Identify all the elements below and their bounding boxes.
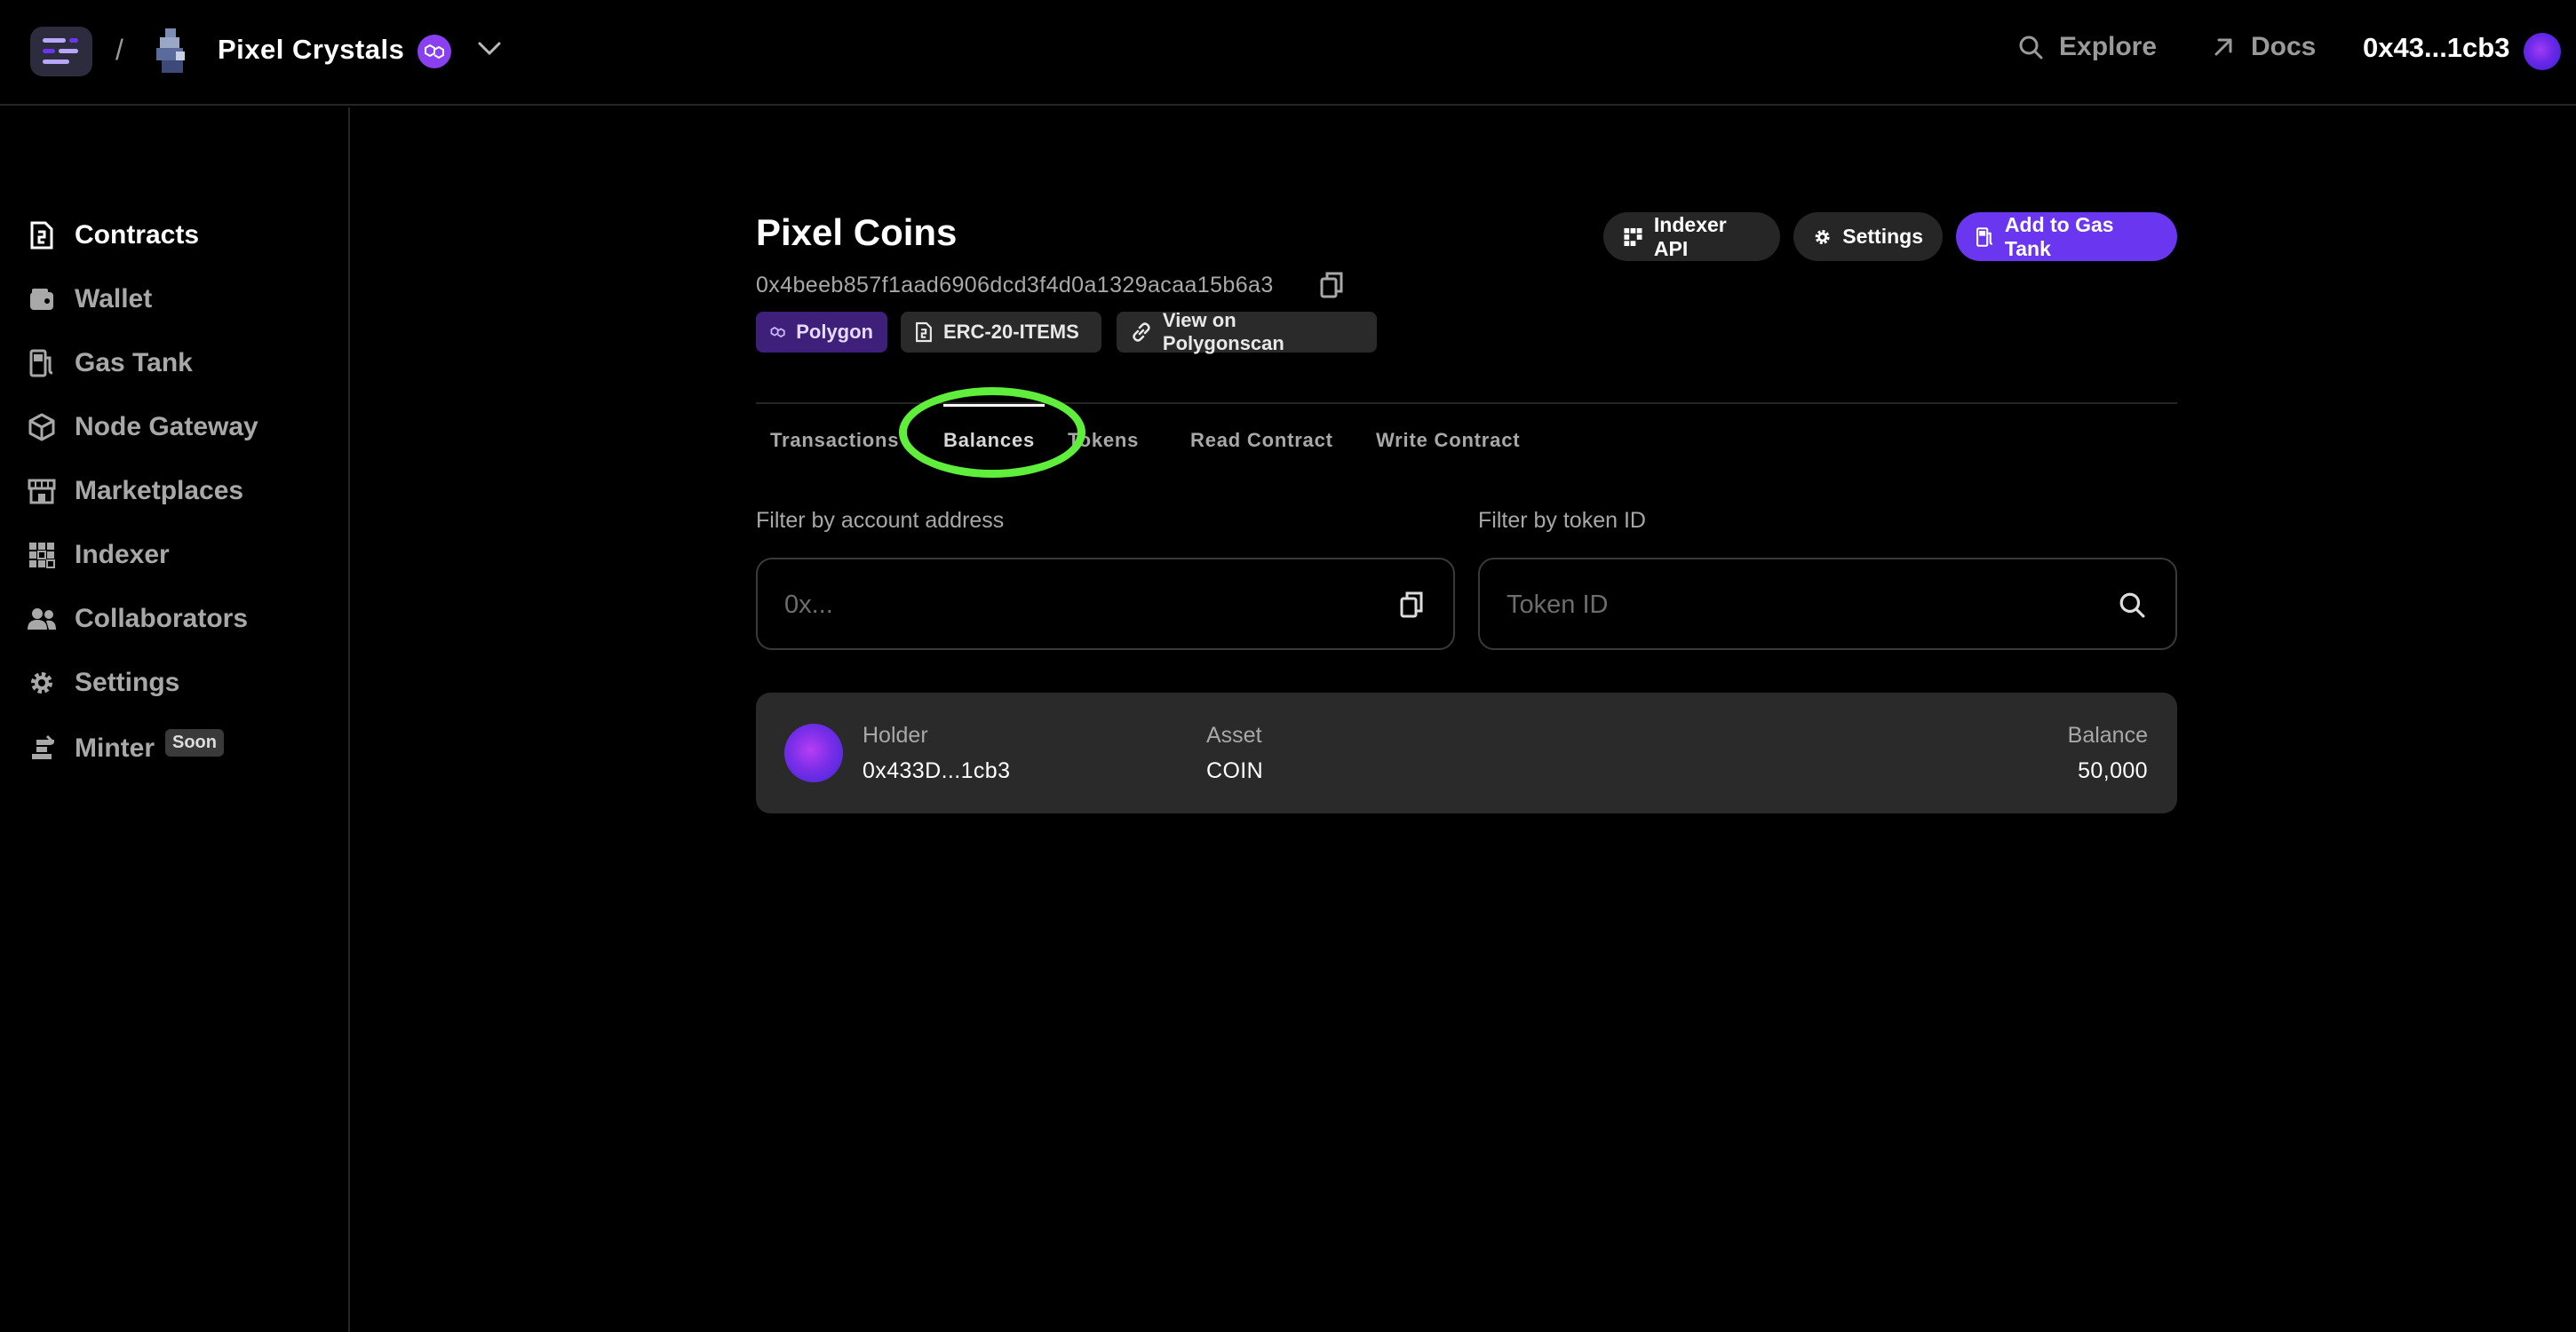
polygon-icon	[425, 44, 444, 59]
storefront-icon	[27, 476, 57, 506]
sidebar-item-label: Settings	[75, 668, 180, 697]
contract-address: 0x4beeb857f1aad6906dcd3f4d0a1329acaa15b6…	[756, 273, 1274, 297]
sidebar-item-settings[interactable]: Settings	[27, 662, 179, 704]
sidebar-item-label: Contracts	[75, 220, 200, 250]
users-icon	[27, 604, 57, 634]
holder-address: 0x433D...1cb3	[863, 758, 1011, 783]
indexer-api-button[interactable]: Indexer API	[1603, 212, 1780, 261]
sidebar-item-label: Collaborators	[75, 604, 249, 633]
add-to-gas-tank-button[interactable]: Add to Gas Tank	[1956, 212, 2177, 261]
settings-button[interactable]: Settings	[1793, 212, 1943, 261]
link-icon	[1133, 322, 1150, 342]
polygon-network-badge	[417, 35, 451, 68]
view-on-polygonscan-link[interactable]: View on Polygonscan	[1117, 309, 1377, 354]
balance-row[interactable]: Holder 0x433D...1cb3 Asset COIN Balance …	[756, 693, 2177, 813]
token-filter-field	[1478, 558, 2177, 650]
sidebar-item-marketplaces[interactable]: Marketplaces	[27, 470, 243, 512]
grid-icon	[27, 540, 57, 570]
token-id-input[interactable]	[1507, 583, 2075, 627]
account-address-input[interactable]	[784, 583, 1353, 627]
wallet-address[interactable]: 0x43...1cb3	[2363, 32, 2509, 64]
chevron-down-icon[interactable]	[477, 41, 502, 57]
account-filter-label: Filter by account address	[756, 508, 1005, 533]
asset-header: Asset	[1206, 723, 1262, 748]
tab-transactions[interactable]: Transactions	[770, 429, 899, 452]
soon-badge: Soon	[165, 728, 224, 757]
explore-link[interactable]: Explore	[2018, 32, 2157, 62]
tab-balances[interactable]: Balances	[943, 429, 1035, 452]
network-chip-label: Polygon	[796, 321, 873, 343]
search-icon	[2019, 36, 2043, 59]
top-bar: / Pixel Crystals Explore Docs 0x43...1cb…	[0, 0, 2576, 106]
docs-label: Docs	[2251, 32, 2317, 61]
gas-tank-icon	[1976, 226, 1992, 247]
project-avatar[interactable]	[153, 28, 190, 75]
sidebar-item-label: Indexer	[75, 540, 170, 569]
wallet-icon	[27, 284, 57, 314]
network-chip: Polygon	[756, 312, 887, 353]
contract-icon	[916, 321, 932, 343]
sidebar: Contracts Wallet Gas Tank Node Gateway M…	[0, 107, 350, 1332]
search-icon[interactable]	[2119, 591, 2145, 618]
explore-label: Explore	[2059, 32, 2158, 61]
sidebar-item-gas-tank[interactable]: Gas Tank	[27, 342, 193, 385]
external-arrow-icon	[2214, 38, 2232, 56]
sidebar-item-label: Minter	[75, 733, 155, 763]
breadcrumb-separator: /	[115, 34, 123, 66]
token-filter-label: Filter by token ID	[1478, 508, 1646, 533]
tab-tokens[interactable]: Tokens	[1068, 429, 1139, 452]
grid-icon	[1624, 227, 1642, 246]
balance-header: Balance	[2067, 723, 2148, 748]
docs-link[interactable]: Docs	[2212, 32, 2316, 62]
gear-icon	[27, 668, 57, 698]
sidebar-item-label: Wallet	[75, 284, 153, 313]
copy-icon[interactable]	[1320, 272, 1343, 298]
sidebar-item-minter[interactable]: Minter Soon	[27, 727, 224, 770]
gear-icon	[1815, 229, 1830, 244]
contract-type-label: ERC-20-ITEMS	[943, 321, 1079, 343]
sidebar-item-node-gateway[interactable]: Node Gateway	[27, 406, 258, 448]
menu-icon	[43, 38, 78, 64]
balance-value: 50,000	[2078, 758, 2148, 783]
sidebar-item-collaborators[interactable]: Collaborators	[27, 598, 248, 640]
sidebar-item-indexer[interactable]: Indexer	[27, 534, 170, 576]
anvil-icon	[27, 733, 57, 764]
active-tab-indicator	[943, 404, 1045, 407]
sidebar-item-contracts[interactable]: Contracts	[27, 214, 199, 257]
account-filter-field	[756, 558, 1455, 650]
app-logo-menu-button[interactable]	[30, 27, 92, 76]
contract-type-chip: ERC-20-ITEMS	[901, 312, 1101, 353]
contract-icon	[27, 220, 57, 250]
cube-icon	[27, 412, 57, 442]
polygonscan-label: View on Polygonscan	[1162, 309, 1284, 354]
gas-tank-icon	[27, 348, 57, 378]
tab-read-contract[interactable]: Read Contract	[1190, 429, 1333, 452]
settings-label: Settings	[1842, 225, 1923, 248]
asset-value: COIN	[1206, 758, 1264, 783]
sidebar-item-label: Marketplaces	[75, 476, 244, 505]
indexer-api-label: Indexer API	[1653, 212, 1727, 260]
tab-write-contract[interactable]: Write Contract	[1376, 429, 1520, 452]
sidebar-item-label: Node Gateway	[75, 412, 258, 441]
wallet-avatar[interactable]	[2524, 33, 2561, 70]
project-name[interactable]: Pixel Crystals	[218, 34, 404, 66]
add-to-gas-tank-label: Add to Gas Tank	[2004, 212, 2114, 260]
sidebar-item-wallet[interactable]: Wallet	[27, 278, 152, 321]
polygon-icon	[770, 326, 785, 338]
page-title: Pixel Coins	[756, 211, 958, 253]
sidebar-item-label: Gas Tank	[75, 348, 193, 377]
paste-icon[interactable]	[1400, 591, 1423, 618]
holder-avatar	[784, 724, 843, 782]
holder-header: Holder	[863, 723, 928, 748]
